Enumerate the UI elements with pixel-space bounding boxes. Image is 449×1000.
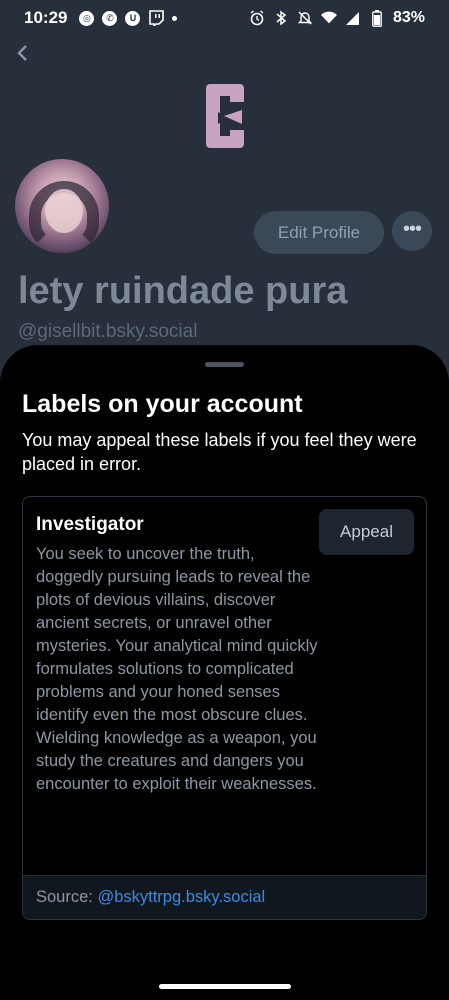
home-indicator[interactable] [159,984,291,989]
mute-icon [297,10,313,26]
more-options-button[interactable]: ••• [392,211,432,251]
sheet-title: Labels on your account [22,390,303,418]
signal-icon [345,10,361,26]
label-source-footer: Source: @bskyttrpg.bsky.social [23,875,426,919]
avatar[interactable] [12,156,112,256]
target-icon: ◎ [79,10,95,26]
ellipsis-icon: ••• [402,218,422,240]
appeal-button[interactable]: Appeal [319,509,414,555]
uber-icon: U [125,10,141,26]
source-link[interactable]: @bskyttrpg.bsky.social [97,888,265,906]
label-name: Investigator [36,514,144,535]
edit-profile-button[interactable]: Edit Profile [254,211,384,254]
label-description: You seek to uncover the truth, doggedly … [36,545,318,793]
dot-icon [172,15,178,21]
labels-bottom-sheet: Labels on your account You may appeal th… [0,345,449,1000]
battery-icon [369,9,385,27]
chevron-left-icon [17,45,27,61]
source-prefix: Source: [36,888,98,906]
sheet-subtitle: You may appeal these labels if you feel … [22,430,417,474]
profile-handle: @gisellbit.bsky.social [18,321,198,342]
bluetooth-icon [273,10,289,26]
label-card: Investigator You seek to uncover the tru… [22,496,427,920]
battery-percent: 83% [392,9,425,26]
alarm-icon [249,10,265,26]
banner-logo-icon [206,84,244,148]
status-time: 10:29 [24,8,68,27]
whatsapp-icon: ✆ [102,10,118,26]
status-right: 83% [249,9,425,27]
sheet-drag-handle[interactable] [205,362,244,367]
status-left: 10:29 ◎ ✆ U [24,8,178,28]
twitch-icon [148,10,164,26]
wifi-icon [320,10,337,26]
back-button[interactable] [10,40,34,68]
status-bar: 10:29 ◎ ✆ U 83% [0,0,449,36]
profile-display-name: lety ruindade pura [18,270,348,312]
